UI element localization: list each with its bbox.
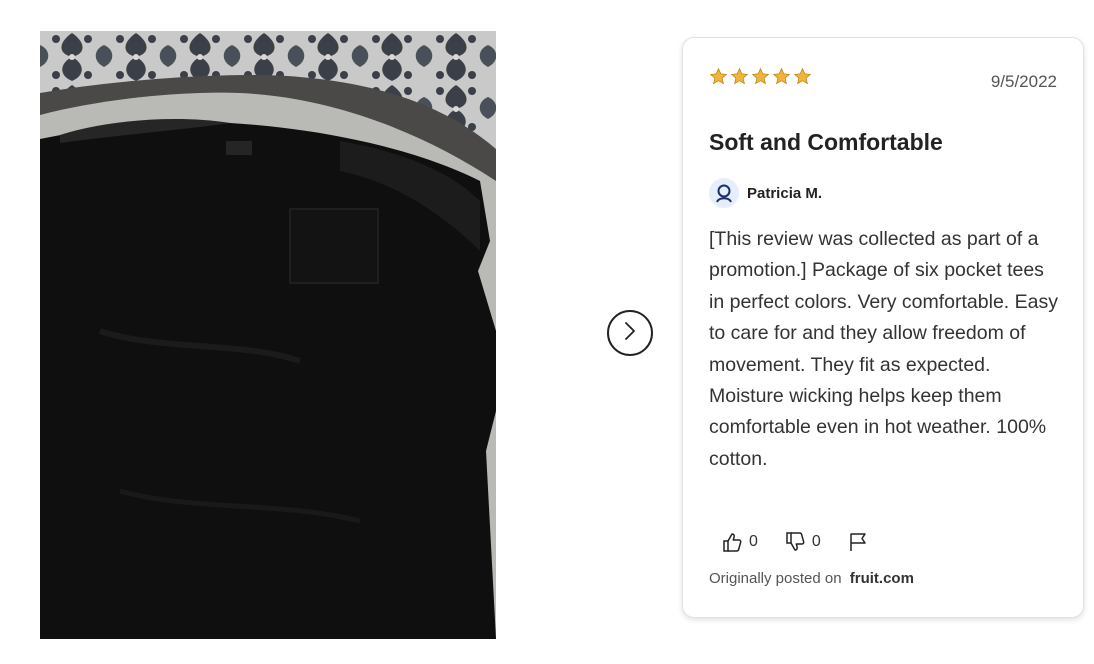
- review-title: Soft and Comfortable: [709, 129, 943, 155]
- star-rating: [709, 67, 812, 86]
- not-helpful-button[interactable]: 0: [784, 531, 821, 553]
- not-helpful-count: 0: [811, 533, 821, 550]
- review-card: 9/5/2022 Soft and Comfortable Patricia M…: [682, 37, 1084, 618]
- next-review-button[interactable]: [607, 310, 653, 356]
- helpful-button[interactable]: 0: [721, 531, 758, 553]
- review-body: [This review was collected as part of a …: [709, 228, 1058, 470]
- star-icon: [772, 67, 791, 85]
- thumbs-up-icon: [721, 531, 743, 553]
- review-gallery: 9/5/2022 Soft and Comfortable Patricia M…: [0, 0, 1094, 664]
- report-button[interactable]: [847, 531, 869, 553]
- thumbs-down-icon: [784, 531, 806, 553]
- author-name: Patricia M.: [747, 184, 823, 202]
- review-photo: [40, 31, 496, 639]
- review-author: Patricia M.: [709, 178, 822, 208]
- star-icon: [709, 67, 728, 85]
- review-origin: Originally posted on fruit.com: [709, 570, 914, 587]
- star-icon: [730, 67, 749, 85]
- user-icon: [709, 178, 739, 208]
- origin-site[interactable]: fruit.com: [850, 570, 914, 587]
- origin-label: Originally posted on: [709, 570, 842, 587]
- star-icon: [793, 67, 812, 85]
- flag-icon: [847, 531, 869, 553]
- chevron-right-icon: [622, 320, 638, 347]
- review-actions: 0 0: [721, 531, 895, 553]
- helpful-count: 0: [749, 533, 758, 550]
- star-icon: [751, 67, 770, 85]
- review-date: 9/5/2022: [990, 72, 1057, 91]
